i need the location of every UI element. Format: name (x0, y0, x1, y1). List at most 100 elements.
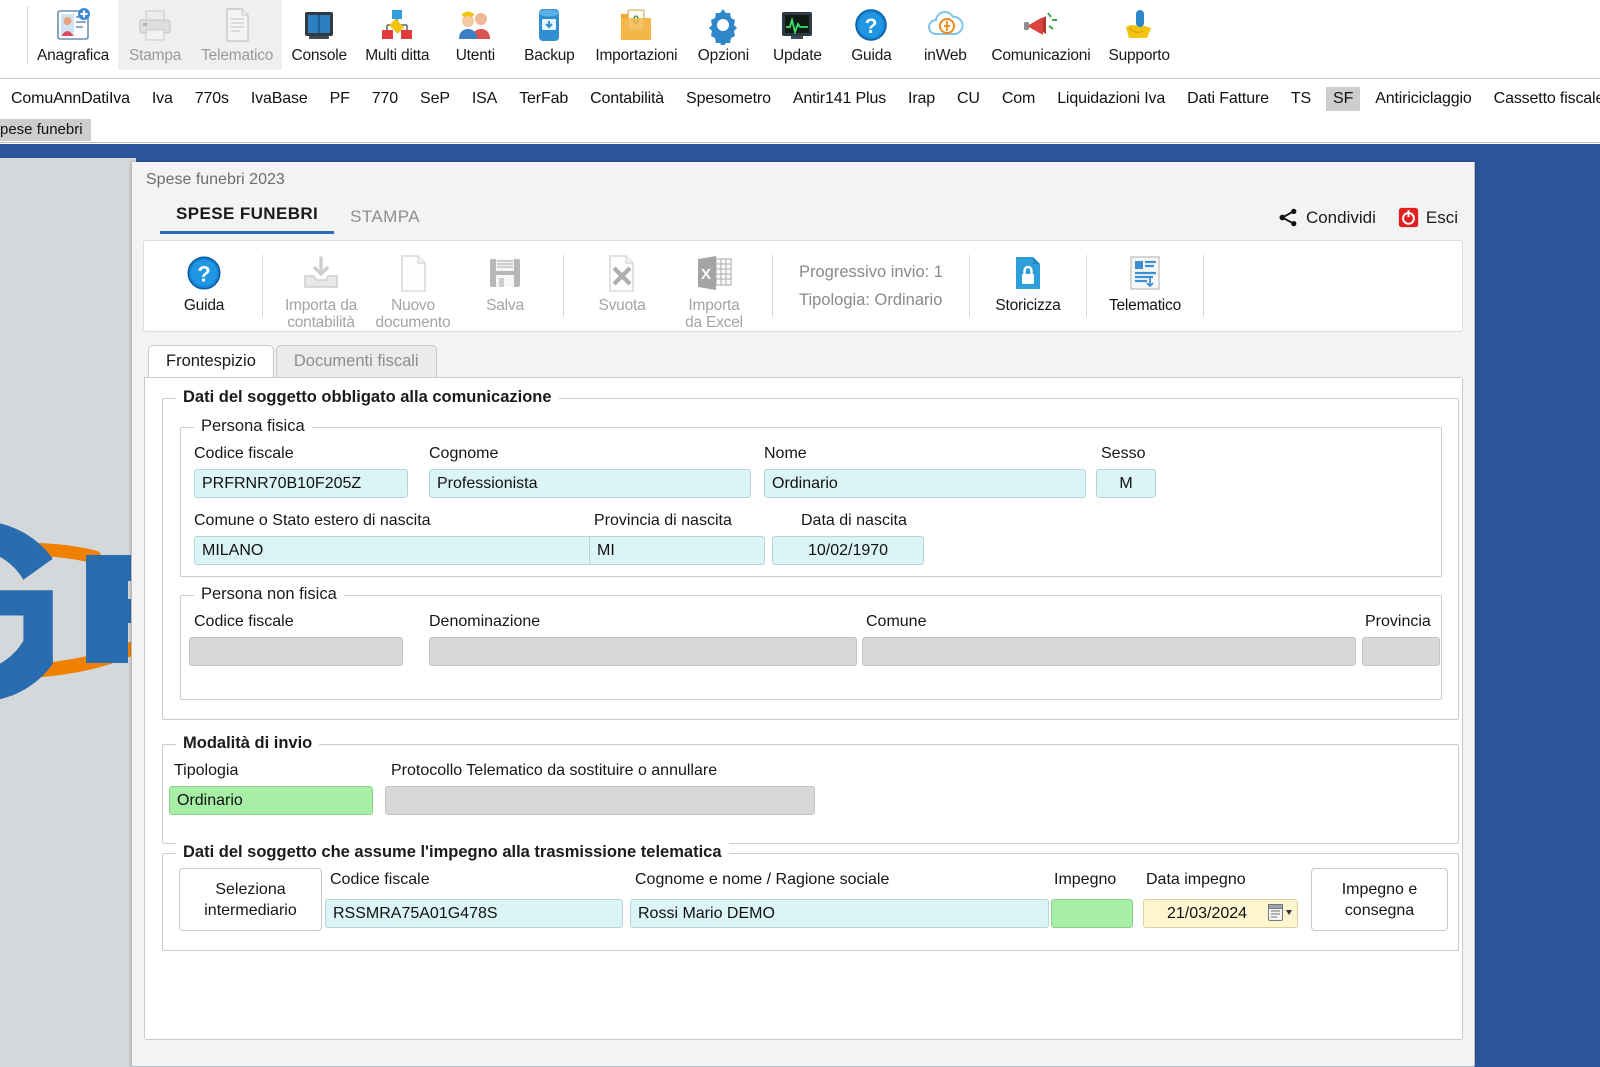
toolbar-item-label: inWeb (924, 47, 967, 64)
group-dati-soggetto: Dati del soggetto obbligato alla comunic… (162, 388, 1459, 720)
frontespizio-panel: Dati del soggetto obbligato alla comunic… (144, 377, 1463, 1040)
ribbon-button-nuovo-documento[interactable]: Nuovo documento (367, 247, 459, 331)
label-comune-non-fisica: Comune (866, 613, 927, 630)
input-nome-fisica[interactable] (764, 469, 1086, 498)
toolbar-item-backup[interactable]: Backup (512, 0, 586, 70)
ribbon-button-salva[interactable]: Salva (459, 247, 551, 325)
module-tab-antiriciclaggio[interactable]: Antiriciclaggio (1368, 87, 1478, 111)
ribbon-button-importa-da-excel[interactable]: X Importa da Excel (668, 247, 760, 331)
input-sesso[interactable] (1096, 469, 1156, 498)
input-protocollo[interactable] (385, 786, 815, 815)
import-inbox-icon (300, 252, 342, 294)
data-impegno-picker[interactable] (1143, 899, 1298, 928)
toolbar-item-multi-ditta[interactable]: Multi ditta (356, 0, 438, 70)
module-tab-ivabase[interactable]: IvaBase (244, 87, 315, 111)
document-lines-icon (217, 5, 257, 45)
module-tab-irap[interactable]: Irap (901, 87, 942, 111)
input-tipologia[interactable] (169, 786, 373, 815)
seleziona-intermediario-button[interactable]: Seleziona intermediario (179, 868, 322, 931)
input-cognome-intermediario[interactable] (630, 899, 1049, 928)
input-cf-fisica[interactable] (194, 469, 408, 498)
input-data-nascita[interactable] (772, 536, 924, 565)
toolbar-item-anagrafica[interactable]: Anagrafica (28, 0, 118, 70)
module-tab-770[interactable]: 770 (365, 87, 405, 111)
input-comune-non-fisica[interactable] (862, 637, 1356, 666)
label-cf-intermediario: Codice fiscale (330, 871, 430, 888)
group-dati-soggetto-legend: Dati del soggetto obbligato alla comunic… (176, 388, 559, 407)
megaphone-icon (1021, 5, 1061, 45)
impegno-e-consegna-button[interactable]: Impegno e consegna (1311, 868, 1448, 931)
module-menu-strip: ComuAnnDatiIva Iva 770s IvaBase PF 770 SeP ISA T… (0, 79, 1600, 119)
ribbon-button-svuota[interactable]: Svuota (576, 247, 668, 325)
calendar-dropdown-icon[interactable] (1268, 903, 1294, 923)
toolbar-item-importazioni[interactable]: 0 Importazioni (586, 0, 686, 70)
toolbar-item-console[interactable]: Console (282, 0, 356, 70)
window-tab-stampa[interactable]: STAMPA (334, 207, 436, 234)
input-comune-nascita[interactable] (194, 536, 602, 565)
content-tab-documenti-fiscali[interactable]: Documenti fiscali (275, 345, 437, 377)
toolbar-item-supporto[interactable]: Supporto (1099, 0, 1178, 70)
module-tab-spesometro[interactable]: Spesometro (679, 87, 778, 111)
label-cognome-intermediario: Cognome e nome / Ragione sociale (635, 871, 890, 888)
label-provincia-non-fisica: Provincia (1365, 613, 1431, 630)
group-persona-fisica-legend: Persona fisica (194, 417, 312, 436)
input-cf-intermediario[interactable] (325, 899, 623, 928)
input-impegno[interactable] (1051, 899, 1133, 928)
label-data-impegno: Data impegno (1146, 871, 1246, 888)
content-tab-frontespizio[interactable]: Frontespizio (148, 345, 274, 377)
toolbar-item-label: Comunicazioni (991, 47, 1091, 64)
toolbar-item-update[interactable]: Update (760, 0, 834, 70)
toolbar-item-stampa[interactable]: Stampa (118, 0, 193, 70)
module-tab-com[interactable]: Com (995, 87, 1042, 111)
ribbon-button-importa-da-contabilita[interactable]: Importa da contabilità (275, 247, 367, 331)
ribbon-button-storicizza[interactable]: Storicizza (982, 247, 1074, 325)
toolbar-item-opzioni[interactable]: Opzioni (686, 0, 760, 70)
input-denominazione[interactable] (429, 637, 857, 666)
group-impegno-legend: Dati del soggetto che assume l'impegno a… (176, 843, 729, 862)
toolbar-item-inweb[interactable]: inWeb (908, 0, 982, 70)
window-header-tabs: SPESE FUNEBRI STAMPA Condividi Esci (132, 196, 1474, 234)
support-hand-icon (1119, 5, 1159, 45)
module-tab-comuanndatiiva[interactable]: ComuAnnDatiIva (4, 87, 137, 111)
module-tab-sf[interactable]: SF (1326, 87, 1361, 111)
module-tab-cassetto-fiscale[interactable]: Cassetto fiscale (1487, 87, 1600, 111)
exit-button[interactable]: Esci (1398, 207, 1458, 228)
module-tab-pf[interactable]: PF (323, 87, 357, 111)
module-tab-liquidazioni-iva[interactable]: Liquidazioni Iva (1050, 87, 1172, 111)
toolbar-item-guida[interactable]: ? Guida (834, 0, 908, 70)
submenu-item-spese-funebri[interactable]: pese funebri (0, 119, 91, 141)
help-circle-icon: ? (183, 252, 225, 294)
share-icon (1278, 207, 1299, 228)
ribbon-button-telematico[interactable]: Telematico (1099, 247, 1191, 325)
module-tab-cu[interactable]: CU (950, 87, 987, 111)
ribbon-button-guida[interactable]: ? Guida (158, 247, 250, 325)
module-tab-sep[interactable]: SeP (413, 87, 457, 111)
module-tab-dati-fatture[interactable]: Dati Fatture (1180, 87, 1276, 111)
share-button[interactable]: Condividi (1278, 207, 1376, 228)
group-persona-non-fisica-legend: Persona non fisica (194, 585, 344, 604)
module-tab-contabilità[interactable]: Contabilità (583, 87, 671, 111)
toolbar-item-utenti[interactable]: Utenti (438, 0, 512, 70)
floppy-save-icon (484, 252, 526, 294)
toolbar-item-comunicazioni[interactable]: Comunicazioni (982, 0, 1099, 70)
input-provincia-nascita[interactable] (589, 536, 765, 565)
module-tab-ts[interactable]: TS (1284, 87, 1318, 111)
module-tab-terfab[interactable]: TerFab (512, 87, 575, 111)
blank-page-icon (392, 252, 434, 294)
input-cognome-fisica[interactable] (429, 469, 751, 498)
help-circle-icon: ? (851, 5, 891, 45)
header-actions: Condividi Esci (1278, 207, 1458, 228)
window-title: Spese funebri 2023 (132, 162, 1474, 196)
toolbar-item-telematico[interactable]: Telematico (192, 0, 283, 70)
company-logo (0, 483, 136, 703)
input-cf-non-fisica[interactable] (189, 637, 403, 666)
label-cognome-fisica: Cognome (429, 445, 499, 462)
users-icon (455, 5, 495, 45)
module-tab-iva[interactable]: Iva (145, 87, 180, 111)
window-tab-spese-funebri[interactable]: SPESE FUNEBRI (160, 204, 335, 234)
module-tab-770s[interactable]: 770s (188, 87, 236, 111)
share-label: Condividi (1305, 207, 1376, 227)
module-tab-antir141-plus[interactable]: Antir141 Plus (786, 87, 893, 111)
module-tab-isa[interactable]: ISA (465, 87, 504, 111)
input-provincia-non-fisica[interactable] (1362, 637, 1440, 666)
